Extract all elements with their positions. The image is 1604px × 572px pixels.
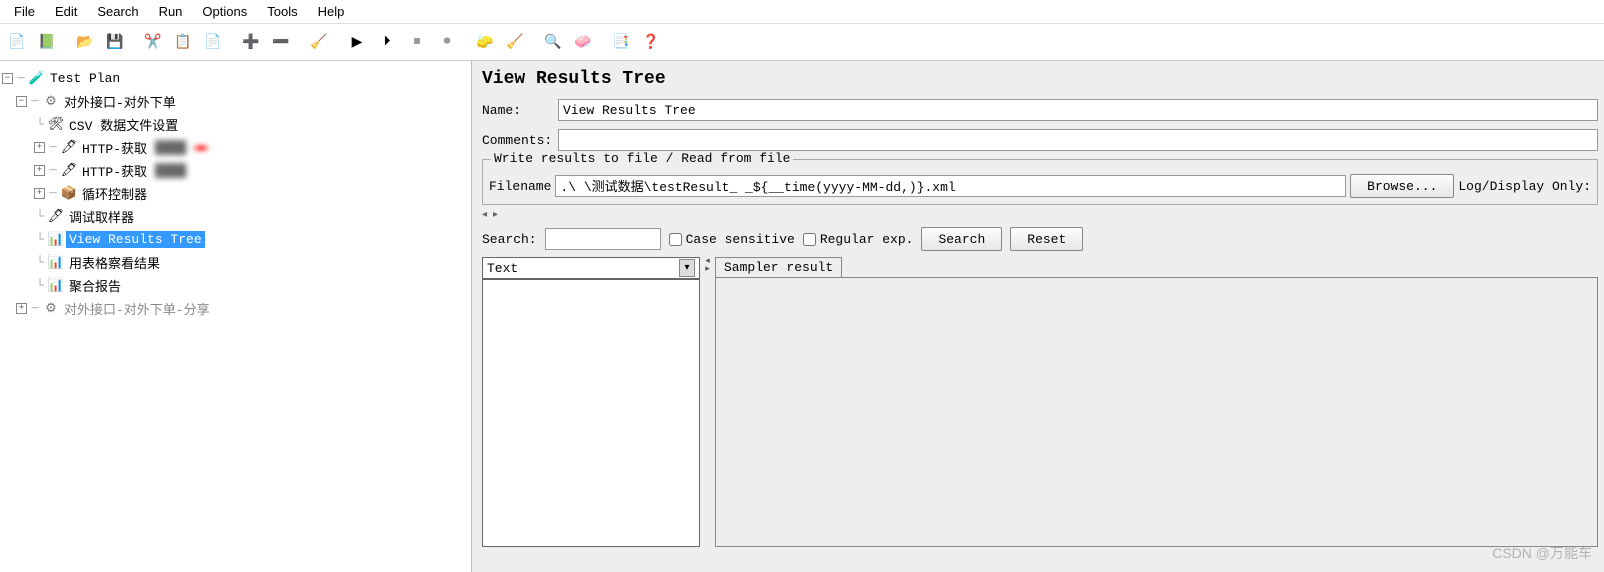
- blurred-text: ████: [152, 162, 189, 179]
- start-icon[interactable]: ▶: [343, 28, 371, 56]
- menu-tools[interactable]: Tools: [259, 2, 305, 21]
- tree-loop[interactable]: 循环控制器: [79, 183, 150, 204]
- browse-button[interactable]: Browse...: [1350, 174, 1454, 198]
- tree-aggregate[interactable]: 聚合报告: [66, 275, 124, 296]
- tree-group2[interactable]: 对外接口-对外下单-分享: [61, 298, 213, 319]
- copy-icon[interactable]: 📋: [169, 28, 197, 56]
- regex-checkbox[interactable]: Regular exp.: [803, 232, 914, 247]
- save-icon[interactable]: 💾: [101, 28, 129, 56]
- cut-icon[interactable]: ✂️: [139, 28, 167, 56]
- search-input[interactable]: [545, 228, 661, 250]
- tab-sampler-result[interactable]: Sampler result: [715, 257, 842, 277]
- file-fieldset: Write results to file / Read from file F…: [482, 159, 1598, 205]
- menu-file[interactable]: File: [6, 2, 43, 21]
- clear1-icon[interactable]: 🧽: [471, 28, 499, 56]
- fieldset-legend: Write results to file / Read from file: [491, 151, 793, 166]
- new-icon[interactable]: 📄: [3, 28, 31, 56]
- tree-table[interactable]: 用表格察看结果: [66, 252, 163, 273]
- menu-edit[interactable]: Edit: [47, 2, 85, 21]
- filename-label: Filename: [489, 179, 551, 194]
- splitter[interactable]: ◂▸: [706, 257, 709, 547]
- menu-run[interactable]: Run: [151, 2, 191, 21]
- toggle-http2[interactable]: +: [34, 165, 45, 176]
- search-button[interactable]: Search: [921, 227, 1002, 251]
- toggle-root[interactable]: −: [2, 73, 13, 84]
- redacted-icon: [191, 143, 211, 153]
- threadgroup-icon: ⚙: [43, 301, 59, 317]
- result-body: [715, 277, 1598, 547]
- toggle-group2[interactable]: +: [16, 303, 27, 314]
- csv-icon: 🛠: [48, 117, 64, 133]
- reset-button[interactable]: Reset: [1010, 227, 1083, 251]
- listener-icon: 📊: [48, 278, 64, 294]
- sampler-icon: 🖊: [48, 209, 64, 225]
- tree-view-results[interactable]: View Results Tree: [66, 231, 205, 248]
- search-icon[interactable]: 🔍: [539, 28, 567, 56]
- menu-bar: File Edit Search Run Options Tools Help: [0, 0, 1604, 24]
- open-icon[interactable]: 📂: [71, 28, 99, 56]
- remove-icon[interactable]: ➖: [267, 28, 295, 56]
- tree-test-plan[interactable]: Test Plan: [47, 70, 123, 87]
- search-label: Search:: [482, 232, 537, 247]
- fn1-icon[interactable]: 📑: [607, 28, 635, 56]
- chevron-down-icon[interactable]: ▾: [679, 259, 695, 277]
- stop-icon[interactable]: ⏹: [403, 28, 431, 56]
- start-notimers-icon[interactable]: ⏵: [373, 28, 401, 56]
- sampler-icon: 🖊: [61, 140, 77, 156]
- template-icon[interactable]: 📗: [33, 28, 61, 56]
- panel-title: View Results Tree: [482, 69, 1598, 89]
- shutdown-icon[interactable]: ⏺: [433, 28, 461, 56]
- toggle-group1[interactable]: −: [16, 96, 27, 107]
- right-pane: View Results Tree Name: Comments: Write …: [472, 61, 1604, 572]
- listener-icon: 📊: [48, 255, 64, 271]
- name-label: Name:: [482, 103, 558, 118]
- menu-search[interactable]: Search: [89, 2, 146, 21]
- sampler-icon: 🖊: [61, 163, 77, 179]
- blurred-text: ████: [152, 139, 189, 156]
- tree-http2[interactable]: HTTP-获取: [79, 160, 150, 181]
- tree-group1[interactable]: 对外接口-对外下单: [61, 91, 179, 112]
- menu-options[interactable]: Options: [194, 2, 255, 21]
- paste-icon[interactable]: 📄: [199, 28, 227, 56]
- toggle-http1[interactable]: +: [34, 142, 45, 153]
- help-icon[interactable]: ❓: [637, 28, 665, 56]
- tree-http1[interactable]: HTTP-获取: [79, 137, 150, 158]
- tree-debug[interactable]: 调试取样器: [66, 206, 137, 227]
- scroll-hint: ◂ ▸: [482, 209, 1598, 221]
- reset-search-icon[interactable]: 🧼: [569, 28, 597, 56]
- add-icon[interactable]: ➕: [237, 28, 265, 56]
- watermark: CSDN @万能车: [1492, 543, 1592, 563]
- controller-icon: 📦: [61, 186, 77, 202]
- listener-icon: 📊: [48, 232, 64, 248]
- tree-csv[interactable]: CSV 数据文件设置: [66, 114, 181, 135]
- toolbar: 📄📗📂💾✂️📋📄➕➖🧹▶⏵⏹⏺🧽🧹🔍🧼📑❓: [0, 24, 1604, 61]
- renderer-combo[interactable]: Text ▾: [482, 257, 700, 279]
- filename-input[interactable]: .\ \测试数据\testResult_ _${__time(yyyy-MM-d…: [555, 175, 1346, 197]
- case-sensitive-checkbox[interactable]: Case sensitive: [669, 232, 795, 247]
- testplan-icon: 🧪: [29, 71, 45, 87]
- menu-help[interactable]: Help: [310, 2, 353, 21]
- combo-value: Text: [487, 261, 518, 276]
- tree-pane: −┄🧪Test Plan −┄⚙对外接口-对外下单 └🛠CSV 数据文件设置 +…: [0, 61, 472, 572]
- results-list[interactable]: [482, 279, 700, 547]
- comments-label: Comments:: [482, 133, 558, 148]
- name-input[interactable]: [558, 99, 1598, 121]
- toggle-loop[interactable]: +: [34, 188, 45, 199]
- comments-input[interactable]: [558, 129, 1598, 151]
- threadgroup-icon: ⚙: [43, 94, 59, 110]
- clear2-icon[interactable]: 🧹: [501, 28, 529, 56]
- clear-icon[interactable]: 🧹: [305, 28, 333, 56]
- log-display-label: Log/Display Only:: [1458, 179, 1591, 194]
